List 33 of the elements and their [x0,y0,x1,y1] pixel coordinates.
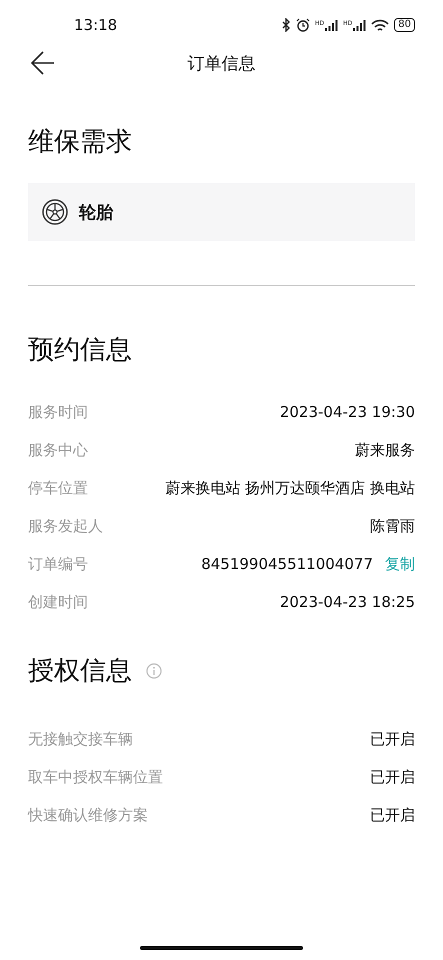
setting-label: 快速确认维修方案 [28,806,148,824]
setting-status: 已开启 [370,806,415,824]
signal-icon [353,20,366,30]
field-label: 服务时间 [28,402,88,422]
field-value: 陈霄雨 [370,516,415,536]
field-value: 2023-04-23 19:30 [280,403,415,421]
wheel-icon [42,199,68,225]
back-arrow-icon[interactable] [30,50,56,76]
setting-status: 已开启 [370,768,415,786]
wifi-icon [371,18,390,32]
copy-link[interactable]: 复制 [385,554,415,574]
bluetooth-icon [282,18,291,32]
setting-status: 已开启 [370,730,415,748]
alarm-icon [296,18,310,32]
field-label: 创建时间 [28,592,88,612]
field-label: 服务发起人 [28,516,103,536]
status-time: 13:18 [74,16,118,34]
battery-level: 80 [394,18,415,32]
field-value: 蔚来换电站 扬州万达颐华酒店 换电站 [165,478,415,498]
field-label: 订单编号 [28,554,88,574]
section-title: 预约信息 [28,334,132,367]
field-label: 服务中心 [28,440,88,460]
setting-label: 无接触交接车辆 [28,730,133,748]
field-value: 蔚来服务 [355,440,415,460]
signal-icon [325,20,338,30]
page-title: 订单信息 [188,52,256,74]
section-title: 维保需求 [28,126,132,159]
field-value: 845199045511004077 [201,555,373,573]
setting-label: 取车中授权车辆位置 [28,768,163,786]
service-label: 轮胎 [79,202,113,224]
field-value: 2023-04-23 18:25 [280,593,415,611]
section-title: 授权信息 [28,655,132,688]
field-label: 停车位置 [28,478,88,498]
